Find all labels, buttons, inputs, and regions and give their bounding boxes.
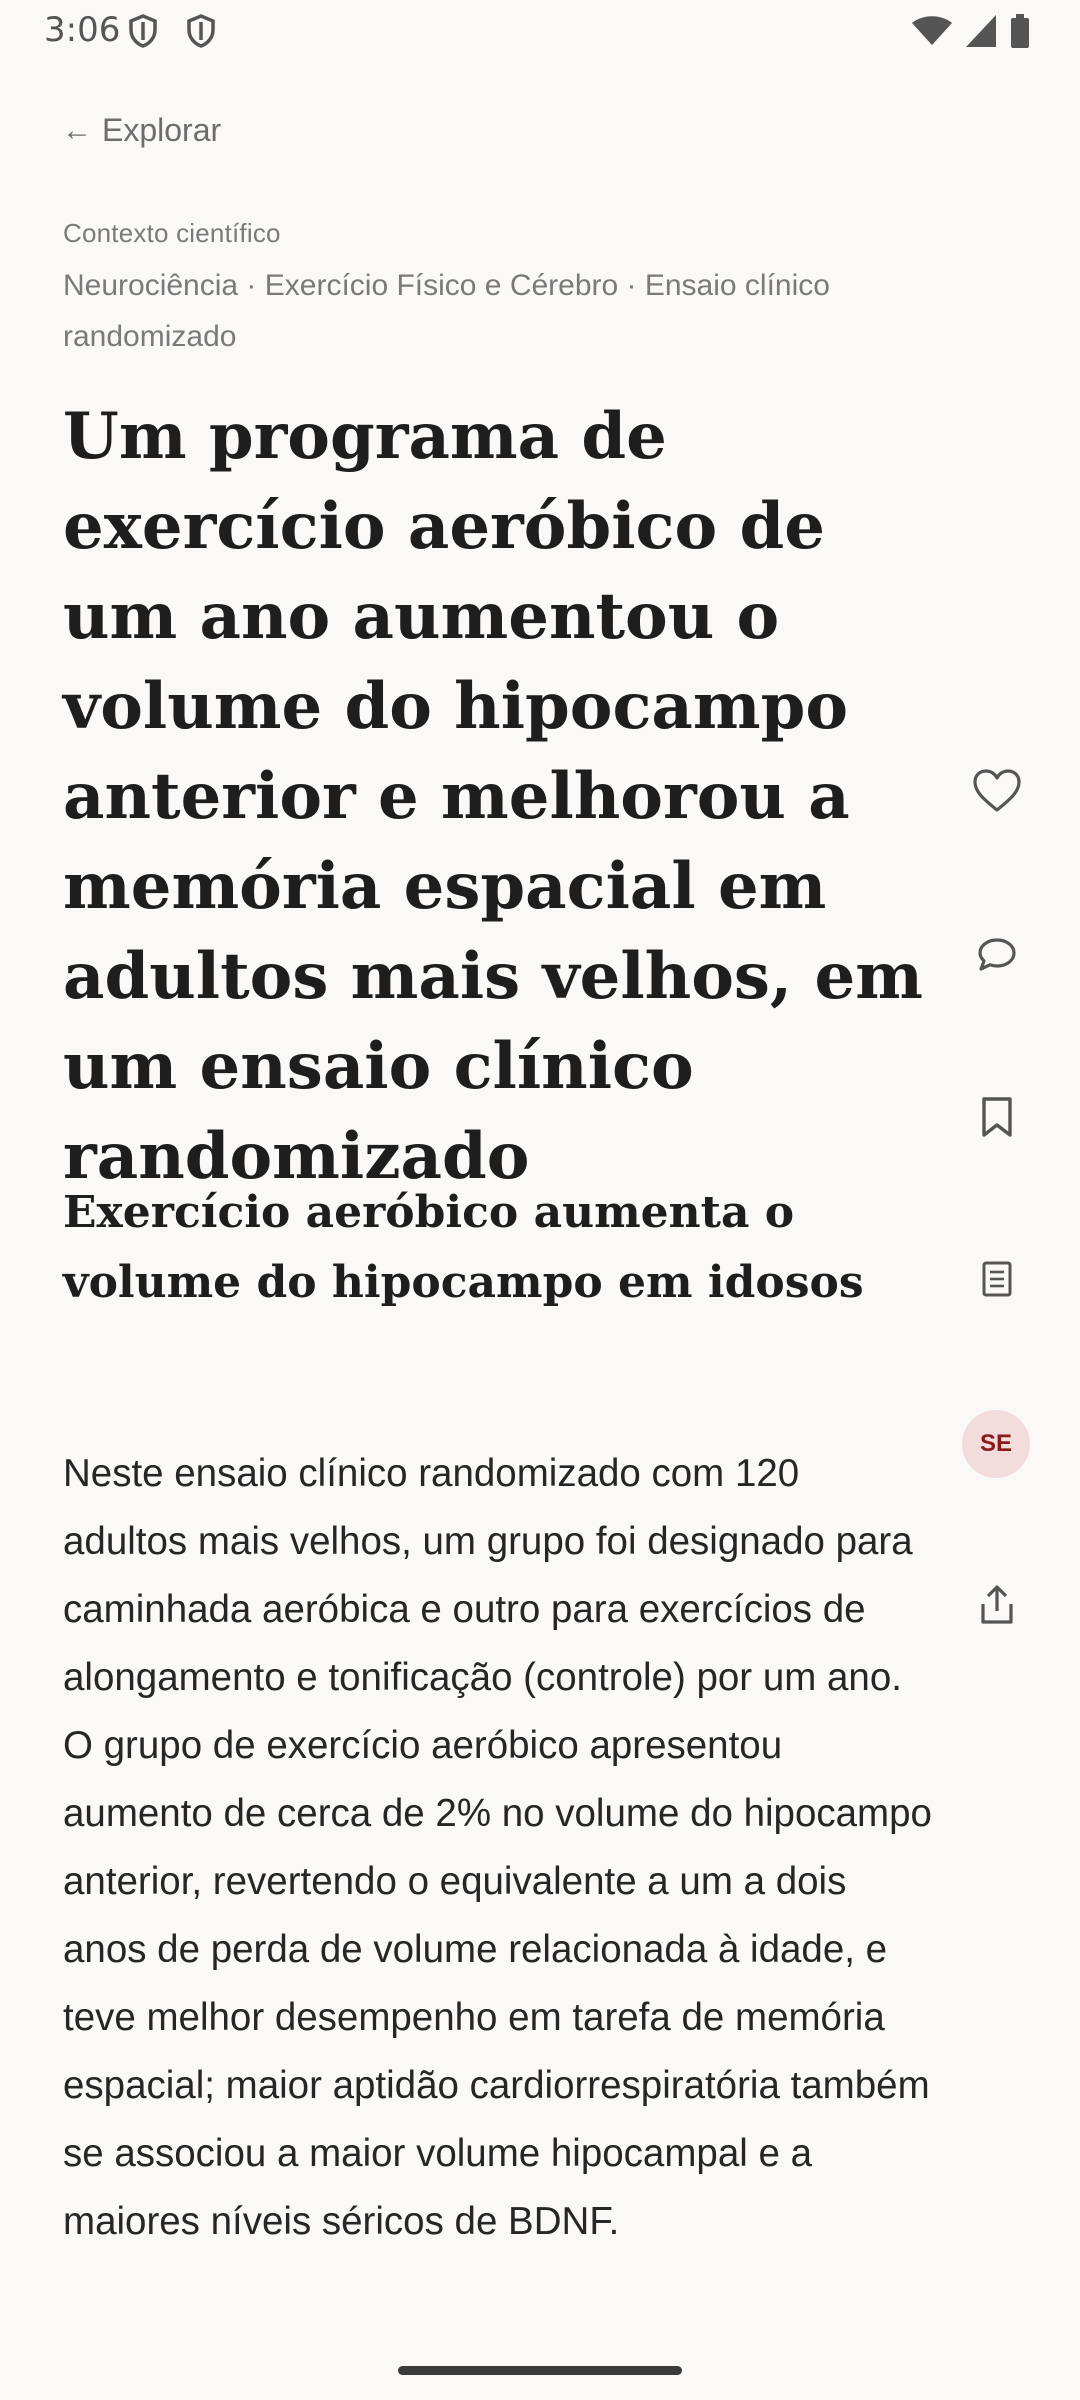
back-button[interactable]: ← Explorar [62, 112, 221, 149]
notes-button[interactable] [960, 1244, 1034, 1318]
shield-icon [186, 14, 216, 48]
share-icon [979, 1584, 1015, 1631]
bookmark-button[interactable] [960, 1082, 1034, 1156]
article-body: Neste ensaio clínico randomizado com 120… [63, 1452, 932, 2243]
cellular-signal-icon [966, 15, 996, 52]
article-subheadline: Exercício aeróbico aumenta o volume do h… [63, 1187, 864, 1308]
article-headline: Um programa de exercício aeróbico de um … [63, 399, 923, 1194]
battery-icon [1010, 14, 1030, 53]
context-label: Contexto científico [63, 218, 281, 248]
status-time: 3:06 [44, 10, 121, 50]
notes-icon [981, 1260, 1013, 1303]
like-button[interactable] [960, 756, 1034, 830]
back-label: Explorar [102, 112, 222, 148]
avatar[interactable]: SE [962, 1410, 1030, 1478]
home-indicator[interactable] [398, 2366, 682, 2375]
breadcrumb: Neurociência · Exercício Físico e Cérebr… [63, 269, 830, 353]
status-icons [912, 14, 1030, 53]
share-button[interactable] [960, 1570, 1034, 1644]
comment-button[interactable] [960, 920, 1034, 994]
shield-icon [128, 14, 158, 48]
back-arrow-icon: ← [62, 113, 92, 147]
wifi-icon [912, 15, 952, 52]
bookmark-icon [980, 1096, 1014, 1143]
comment-icon [977, 936, 1017, 979]
heart-icon [972, 768, 1022, 819]
